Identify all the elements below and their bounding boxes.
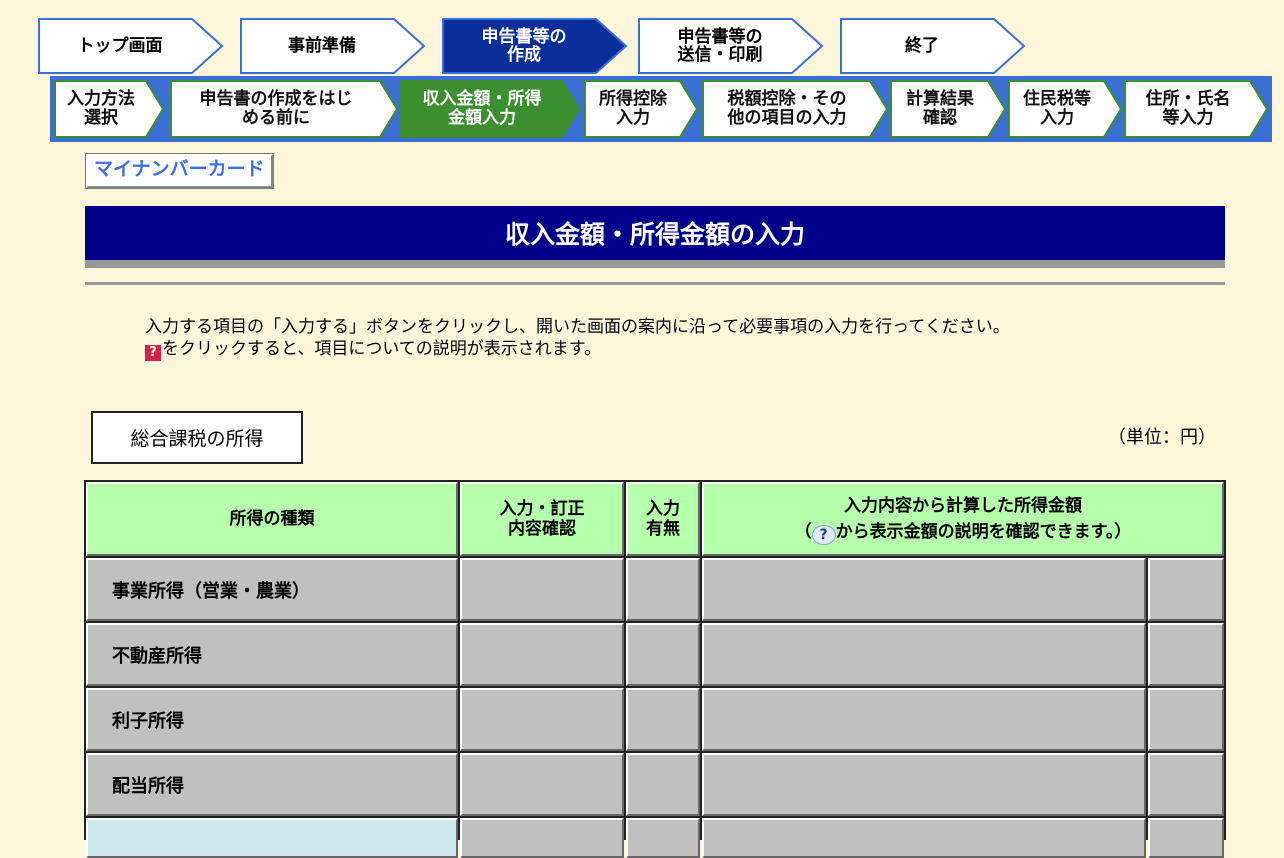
step-send-print[interactable]: 申告書等の 送信・印刷 — [638, 18, 824, 74]
sub-step-navigation: 入力方法 選択 申告書の作成をはじ める前に 収入金額・所得 金額入力 所得控除… — [50, 76, 1272, 142]
header-confirm-label: 入力・訂正 内容確認 — [499, 499, 585, 539]
header-amount-post: から表示金額の説明を確認できます。） — [835, 522, 1132, 542]
step-preparation-label: 事前準備 — [288, 36, 356, 56]
page-title: 収入金額・所得金額の入力 — [85, 206, 1225, 260]
instructions-line2: をクリックすると、項目についての説明が表示されます。 — [162, 339, 602, 359]
substep-deduction-input-label: 所得控除 入力 — [599, 89, 667, 128]
substep-income-input[interactable]: 収入金額・所得 金額入力 — [400, 80, 580, 138]
step-finish-label: 終了 — [905, 36, 939, 56]
substep-tax-credit-input[interactable]: 税額控除・その 他の項目の入力 — [702, 80, 888, 138]
row1-amount-cell — [702, 558, 1146, 621]
row3-confirm-cell — [460, 688, 624, 751]
row4-confirm-cell — [460, 753, 624, 816]
row4-help-cell — [1148, 753, 1224, 816]
row5-type-cell — [86, 818, 458, 858]
instructions: 入力する項目の「入力する」ボタンをクリックし、開いた画面の案内に沿って必要事項の… — [145, 316, 1010, 361]
substep-before-start[interactable]: 申告書の作成をはじ める前に — [170, 80, 398, 138]
row3-help-cell — [1148, 688, 1224, 751]
divider — [85, 282, 1225, 285]
row-label: 利子所得 — [112, 710, 184, 732]
row-label: 配当所得 — [112, 775, 184, 797]
row-real-estate-income: 不動産所得 — [86, 623, 458, 686]
substep-address-name[interactable]: 住所・氏名 等入力 — [1124, 80, 1268, 138]
substep-before-start-label: 申告書の作成をはじ める前に — [199, 89, 353, 128]
header-confirm: 入力・訂正 内容確認 — [460, 482, 624, 556]
substep-input-method-label: 入力方法 選択 — [67, 89, 135, 128]
substep-deduction-input[interactable]: 所得控除 入力 — [584, 80, 698, 138]
row1-confirm-cell — [460, 558, 624, 621]
row3-has-input-cell — [626, 688, 700, 751]
row-interest-income: 利子所得 — [86, 688, 458, 751]
row1-has-input-cell — [626, 558, 700, 621]
row-dividend-income: 配当所得 — [86, 753, 458, 816]
header-amount-pre: （ — [794, 522, 812, 542]
substep-resident-tax[interactable]: 住民税等 入力 — [1008, 80, 1122, 138]
header-type: 所得の種類 — [86, 482, 458, 556]
header-has-input-label: 入力 有無 — [646, 499, 680, 539]
section-label: 総合課税の所得 — [91, 411, 303, 464]
main-step-navigation: トップ画面 事前準備 申告書等の 作成 申告書等の 送信・印刷 終了 — [38, 18, 1028, 74]
step-create-label: 申告書等の 作成 — [481, 27, 567, 65]
row2-amount-cell — [702, 623, 1146, 686]
question-bubble-icon: ? — [811, 525, 836, 545]
row2-has-input-cell — [626, 623, 700, 686]
row-label: 不動産所得 — [112, 645, 202, 667]
mynumber-card-link[interactable]: マイナンバーカード — [85, 153, 274, 189]
substep-address-name-label: 住所・氏名 等入力 — [1145, 89, 1231, 128]
row-label: 事業所得（営業・農業） — [112, 580, 310, 602]
substep-tax-credit-input-label: 税額控除・その 他の項目の入力 — [727, 89, 847, 128]
row1-help-cell — [1148, 558, 1224, 621]
substep-resident-tax-label: 住民税等 入力 — [1023, 89, 1091, 128]
header-amount-line1: 入力内容から計算した所得金額 — [844, 496, 1082, 516]
instructions-line1: 入力する項目の「入力する」ボタンをクリックし、開いた画面の案内に沿って必要事項の… — [145, 317, 1010, 337]
step-preparation[interactable]: 事前準備 — [240, 18, 426, 74]
row2-help-cell — [1148, 623, 1224, 686]
step-create[interactable]: 申告書等の 作成 — [442, 18, 628, 74]
unit-label: （単位：円） — [1108, 427, 1216, 448]
row5-confirm-cell — [460, 818, 624, 858]
header-amount-line2: （? から表示金額の説明を確認できます。） — [794, 519, 1132, 545]
row-business-income: 事業所得（営業・農業） — [86, 558, 458, 621]
row4-has-input-cell — [626, 753, 700, 816]
income-table: 所得の種類 入力・訂正 内容確認 入力 有無 入力内容から計算した所得金額 （?… — [84, 480, 1226, 858]
header-type-label: 所得の種類 — [229, 509, 315, 529]
row3-amount-cell — [702, 688, 1146, 751]
instructions-line2-wrap: ? をクリックすると、項目についての説明が表示されます。 — [145, 338, 1010, 361]
row5-help-cell — [1148, 818, 1224, 858]
header-amount: 入力内容から計算した所得金額 （? から表示金額の説明を確認できます。） — [702, 482, 1224, 556]
title-shadow — [85, 260, 1225, 268]
help-icon: ? — [145, 345, 161, 361]
step-top[interactable]: トップ画面 — [38, 18, 224, 74]
substep-income-input-label: 収入金額・所得 金額入力 — [422, 89, 542, 128]
step-top-label: トップ画面 — [77, 36, 163, 56]
header-has-input: 入力 有無 — [626, 482, 700, 556]
row2-confirm-cell — [460, 623, 624, 686]
step-send-print-label: 申告書等の 送信・印刷 — [677, 27, 763, 65]
row5-amount-cell — [702, 818, 1146, 858]
row5-has-input-cell — [626, 818, 700, 858]
step-finish[interactable]: 終了 — [840, 18, 1026, 74]
row4-amount-cell — [702, 753, 1146, 816]
substep-calc-result[interactable]: 計算結果 確認 — [890, 80, 1006, 138]
substep-input-method[interactable]: 入力方法 選択 — [54, 80, 164, 138]
substep-calc-result-label: 計算結果 確認 — [906, 89, 974, 128]
